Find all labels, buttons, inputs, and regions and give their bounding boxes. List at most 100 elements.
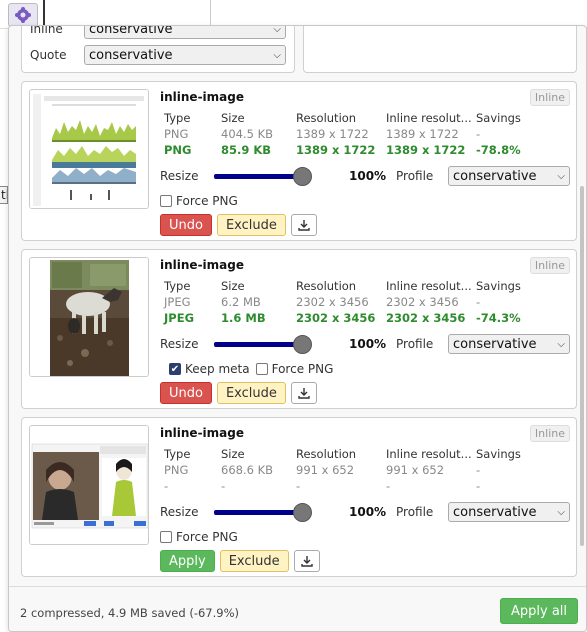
keep-meta-checkbox[interactable]: ✔	[169, 363, 181, 375]
goat-photo-thumbnail	[30, 258, 148, 376]
quote-profile-value: conservative	[89, 47, 173, 63]
original-inline-resolution: 1389 x 1722	[386, 127, 459, 141]
header-inline-resolution: Inline resolut...	[386, 279, 472, 293]
extension-icon	[15, 7, 31, 23]
popup-scrollbar[interactable]	[580, 186, 584, 546]
resize-slider-handle[interactable]	[293, 503, 312, 522]
default-settings-panel: Inline conservative ⌵ Quote conservative…	[21, 25, 295, 73]
exclude-button[interactable]: Exclude	[219, 550, 289, 572]
quote-profile-select[interactable]: conservative ⌵	[84, 45, 286, 65]
card-actions: Undo Exclude	[160, 214, 317, 236]
download-button[interactable]	[290, 382, 317, 404]
header-inline-resolution: Inline resolut...	[386, 447, 472, 461]
compressed-resolution: -	[296, 479, 301, 493]
image-thumbnail[interactable]	[29, 257, 149, 377]
resize-row: Resize 100% Profile conservative ⌵	[160, 166, 572, 186]
header-type: Type	[164, 279, 191, 293]
header-size: Size	[221, 111, 245, 125]
image-title: inline-image	[160, 426, 244, 440]
compressed-size: -	[221, 479, 226, 493]
inline-badge: Inline	[529, 425, 570, 442]
download-icon	[298, 220, 310, 231]
profile-label: Profile	[396, 337, 434, 351]
resize-slider-track[interactable]	[214, 510, 302, 515]
compression-summary: 2 compressed, 4.9 MB saved (-67.9%)	[20, 606, 239, 620]
card-actions: Apply Exclude	[160, 550, 320, 572]
original-resolution: 2302 x 3456	[296, 295, 369, 309]
compressed-size: 1.6 MB	[221, 311, 266, 325]
chevron-down-icon: ⌵	[557, 170, 565, 182]
chevron-down-icon: ⌵	[273, 49, 281, 61]
download-button[interactable]	[290, 214, 317, 236]
header-resolution: Resolution	[296, 111, 357, 125]
resize-label: Resize	[160, 337, 199, 351]
image-card: inline-image Inline Type Size Resolution…	[21, 417, 577, 577]
original-size: 668.6 KB	[221, 463, 274, 477]
image-title: inline-image	[160, 258, 244, 272]
quote-label: Quote	[30, 48, 67, 62]
force-png-label: Force PNG	[176, 194, 238, 208]
compressed-savings: -	[476, 479, 481, 493]
original-resolution: 1389 x 1722	[296, 127, 369, 141]
keep-meta-label: Keep meta	[185, 362, 250, 376]
apply-all-button[interactable]: Apply all	[500, 598, 578, 624]
force-png-checkbox[interactable]	[160, 531, 172, 543]
image-card: inline-image Inline Type Size Resolution…	[21, 81, 577, 241]
image-card: inline-image Inline Type Size Resolution…	[21, 249, 577, 409]
profile-select[interactable]: conservative ⌵	[448, 334, 570, 354]
inline-label: Inline	[30, 25, 63, 36]
quote-setting-row: Quote conservative ⌵	[30, 45, 286, 65]
profile-value: conservative	[453, 504, 537, 520]
extension-button[interactable]	[8, 3, 38, 27]
header-size: Size	[221, 447, 245, 461]
download-button[interactable]	[293, 550, 320, 572]
compressed-resolution: 1389 x 1722	[296, 143, 376, 157]
header-inline-resolution: Inline resolut...	[386, 111, 472, 125]
force-png-checkbox[interactable]	[160, 195, 172, 207]
profile-value: conservative	[453, 168, 537, 184]
resize-slider-track[interactable]	[214, 342, 302, 347]
exclude-button[interactable]: Exclude	[216, 382, 286, 404]
original-resolution: 991 x 652	[296, 463, 355, 477]
header-type: Type	[164, 111, 191, 125]
chart-screenshot-thumbnail	[30, 90, 148, 208]
image-thumbnail[interactable]	[29, 425, 149, 545]
original-size: 6.2 MB	[221, 295, 261, 309]
image-title: inline-image	[160, 90, 244, 104]
original-type: JPEG	[164, 295, 191, 309]
resize-slider-handle[interactable]	[293, 167, 312, 186]
resize-slider-handle[interactable]	[293, 335, 312, 354]
chevron-down-icon: ⌵	[557, 506, 565, 518]
image-thumbnail[interactable]	[29, 89, 149, 209]
resize-slider-track[interactable]	[214, 174, 302, 179]
header-savings: Savings	[476, 447, 521, 461]
inline-setting-row: Inline conservative ⌵	[30, 25, 286, 39]
secondary-settings-panel	[303, 26, 577, 73]
inline-profile-value: conservative	[89, 25, 173, 37]
compressed-savings: -74.3%	[476, 311, 521, 325]
resize-row: Resize 100% Profile conservative ⌵	[160, 334, 572, 354]
original-savings: -	[476, 295, 481, 309]
force-png-checkbox[interactable]	[255, 363, 268, 375]
header-resolution: Resolution	[296, 279, 357, 293]
force-png-label: Force PNG	[271, 362, 334, 376]
compressed-type: JPEG	[164, 311, 195, 325]
undo-button[interactable]: Undo	[160, 382, 212, 404]
undo-button[interactable]: Undo	[160, 214, 212, 236]
compressed-resolution: 2302 x 3456	[296, 311, 376, 325]
header-savings: Savings	[476, 111, 521, 125]
profile-select[interactable]: conservative ⌵	[448, 502, 570, 522]
resize-label: Resize	[160, 505, 199, 519]
inline-badge: Inline	[529, 89, 570, 106]
original-size: 404.5 KB	[221, 127, 274, 141]
profile-value: conservative	[453, 336, 537, 352]
exclude-button[interactable]: Exclude	[216, 214, 286, 236]
original-savings: -	[476, 127, 481, 141]
compressed-type: -	[164, 479, 169, 493]
force-png-label: Force PNG	[176, 530, 238, 544]
original-inline-resolution: 991 x 652	[386, 463, 445, 477]
resize-percent: 100%	[349, 337, 387, 351]
profile-select[interactable]: conservative ⌵	[448, 166, 570, 186]
inline-profile-select[interactable]: conservative ⌵	[84, 25, 286, 39]
apply-button[interactable]: Apply	[160, 550, 215, 572]
